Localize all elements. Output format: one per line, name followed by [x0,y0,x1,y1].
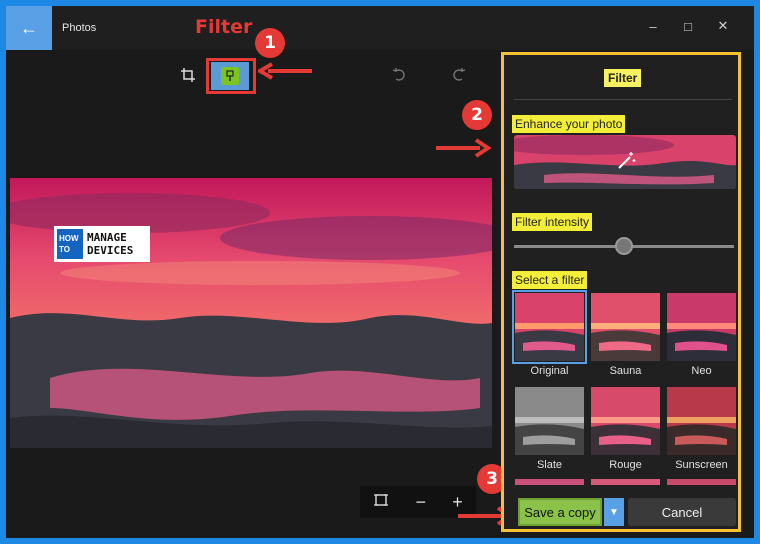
filter-thumb-partial [515,479,584,485]
filter-thumb-original[interactable] [512,290,587,364]
close-button[interactable]: ✕ [708,14,738,38]
save-copy-button[interactable]: Save a copy [518,498,602,526]
chevron-down-icon: ▼ [609,506,619,518]
crop-icon [181,68,195,82]
filter-label-sunscreen: Sunscreen [675,459,728,471]
slate-preview [515,387,584,455]
sauna-preview [591,293,660,361]
photos-window: ← Photos Filter – □ ✕ 1 HOW TO MANAGE DE… [6,6,754,538]
edit-toolbar [6,50,496,94]
magic-wand-icon [618,152,636,169]
minimize-button[interactable]: – [638,14,668,38]
undo-button[interactable] [385,60,415,90]
logo-text-to: TO [59,245,70,254]
filter-thumb-sauna[interactable] [591,293,660,361]
zoom-out-button[interactable]: − [415,492,426,513]
title-bar: ← Photos Filter – □ ✕ [6,6,754,50]
filter-label-rouge: Rouge [609,459,642,471]
intensity-slider-thumb[interactable] [615,237,633,255]
panel-divider [514,99,732,100]
back-button[interactable]: ← [6,6,52,50]
filter-label-original: Original [530,365,569,377]
save-options-dropdown[interactable]: ▼ [604,498,624,526]
filter-label-sauna: Sauna [609,365,642,377]
back-arrow-icon: ← [20,17,38,38]
neo-preview [667,293,736,361]
filter-thumb-partial [591,479,660,485]
redo-icon [453,68,466,81]
minimize-icon: – [649,18,657,34]
filter-intensity-label: Filter intensity [512,213,593,231]
photo-canvas[interactable]: HOW TO MANAGE DEVICES [10,178,492,448]
step-badge-2: 2 [462,100,492,130]
annotation-arrow-2 [436,138,492,158]
fit-to-window-icon [374,493,389,506]
logo-text-manage: MANAGE [87,231,127,244]
close-icon: ✕ [717,18,729,33]
crop-button[interactable] [173,60,203,90]
original-preview [515,293,584,361]
logo-text-devices: DEVICES [87,244,134,257]
filter-brush-icon [226,70,234,81]
filter-panel: Filter Enhance your photo Filter intensi… [501,52,741,532]
logo-text-how: HOW [59,234,79,243]
undo-icon [392,68,405,81]
redo-button[interactable] [443,60,473,90]
maximize-button[interactable]: □ [673,14,703,38]
annotation-arrow-1 [258,62,312,80]
fit-to-window-button[interactable] [373,492,389,513]
filter-thumb-neo[interactable] [667,293,736,361]
panel-title: Filter [604,69,642,87]
maximize-icon: □ [684,18,692,34]
select-filter-label: Select a filter [512,271,588,289]
filter-thumb-rouge[interactable] [591,387,660,455]
sunset-photo [10,178,492,448]
filter-button[interactable] [211,62,249,90]
filter-thumb-partial [667,479,736,485]
cancel-button[interactable]: Cancel [628,498,736,526]
rouge-preview [591,387,660,455]
enhance-label: Enhance your photo [512,115,626,133]
sunscreen-preview [667,387,736,455]
filter-thumb-sunscreen[interactable] [667,387,736,455]
filter-thumb-slate[interactable] [515,387,584,455]
app-title: Photos [62,22,97,34]
enhance-photo-button[interactable] [514,135,736,189]
filter-annotation-label: Filter [195,16,253,38]
filter-label-neo: Neo [691,365,712,377]
howto-logo: HOW TO MANAGE DEVICES [54,226,150,262]
filter-label-slate: Slate [536,459,563,471]
